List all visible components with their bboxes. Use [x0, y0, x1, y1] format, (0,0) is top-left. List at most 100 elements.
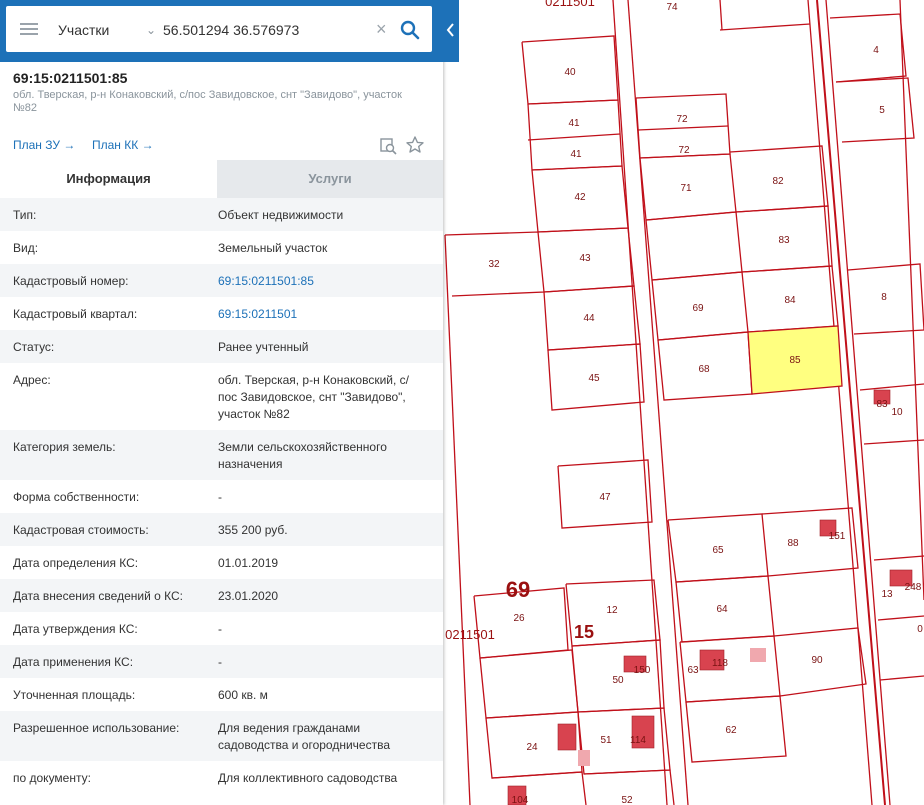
parcel-label: 118	[712, 658, 728, 669]
parcel-label: 65	[712, 545, 724, 556]
parcel-label: 69	[692, 303, 704, 314]
table-row: Дата внесения сведений о КС: 23.01.2020	[0, 579, 443, 612]
parcel-label: 72	[676, 114, 688, 125]
attributes-table: Тип: Объект недвижимости Вид: Земельный уч…	[0, 198, 443, 801]
object-address: обл. Тверская, р-н Конаковский, с/пос За…	[13, 89, 402, 114]
parcel-label: 41	[570, 149, 582, 160]
parcel-label: 114	[630, 735, 646, 746]
search-box: Участки ⌄ ×	[6, 6, 432, 52]
parcel-label: 68	[698, 364, 710, 375]
parcel-label: 12	[606, 605, 618, 616]
tab-information[interactable]: Информация	[0, 160, 217, 198]
parcel-label: 84	[784, 295, 796, 306]
quarter-label-top: 0211501	[545, 0, 595, 9]
row-label: Категория земель:	[13, 440, 116, 454]
table-row: Форма собственности: -	[0, 480, 443, 513]
row-label: Тип:	[13, 208, 37, 222]
row-value: -	[218, 490, 222, 504]
row-label: Форма собственности:	[13, 490, 140, 504]
parcel-label: 4	[873, 45, 879, 56]
buildings	[507, 389, 913, 805]
plan-zu-link[interactable]: План ЗУ →	[13, 138, 75, 152]
parcel-label: 248	[905, 582, 922, 593]
parcel-label: 50	[612, 675, 624, 686]
tab-bar: Информация Услуги	[0, 160, 443, 198]
row-value: Земли сельскохозяйственного назначения	[218, 440, 387, 471]
row-label: Дата определения КС:	[13, 556, 139, 570]
tab-services[interactable]: Услуги	[217, 160, 443, 198]
row-label: Кадастровый квартал:	[13, 307, 138, 321]
row-value: -	[218, 622, 222, 636]
parcel-label: 151	[829, 531, 846, 542]
table-row: Статус: Ранее учтенный	[0, 330, 443, 363]
table-row: Кадастровый номер: 69:15:0211501:85	[0, 264, 443, 297]
district-label: 15	[574, 622, 594, 642]
chevron-down-icon: ⌄	[145, 23, 156, 37]
preview-search-icon[interactable]	[379, 137, 397, 155]
cadastral-quarter-link[interactable]: 69:15:0211501	[218, 306, 418, 323]
row-value: Ранее учтенный	[218, 340, 309, 354]
chevron-left-icon	[446, 23, 454, 37]
plan-kk-link[interactable]: План КК →	[92, 138, 154, 152]
parcel-label: 45	[588, 373, 600, 384]
parcel-label: 43	[579, 253, 591, 264]
search-icon[interactable]	[398, 18, 422, 42]
parcel-label: 63	[687, 665, 699, 676]
search-bar: Участки ⌄ ×	[0, 0, 443, 62]
parcel-label: 44	[583, 313, 595, 324]
parcel-label: 85	[789, 355, 801, 366]
layer-select[interactable]: Участки ⌄	[58, 19, 156, 41]
row-label: Дата утверждения КС:	[13, 622, 138, 636]
row-label: Адрес:	[13, 373, 51, 387]
star-icon[interactable]	[405, 135, 425, 155]
layer-select-label: Участки	[58, 22, 110, 38]
parcel-label: 8	[881, 292, 887, 303]
collapse-panel-button[interactable]	[443, 0, 459, 62]
row-label: Дата применения КС:	[13, 655, 134, 669]
row-label: Статус:	[13, 340, 55, 354]
table-row: Адрес: обл. Тверская, р-н Конаковский, с/…	[0, 363, 443, 430]
parcel-label: 10	[891, 407, 903, 418]
row-value: 01.01.2019	[218, 556, 279, 570]
row-value: 600 кв. м	[218, 688, 268, 702]
search-input[interactable]	[163, 19, 363, 41]
table-row: Кадастровая стоимость: 355 200 руб.	[0, 513, 443, 546]
parcel-label: 104	[512, 795, 529, 805]
parcel-label: 41	[568, 118, 580, 129]
table-row: Разрешенное использование: Для ведения гр…	[0, 711, 443, 761]
row-label: Кадастровый номер:	[13, 274, 129, 288]
table-row: Уточненная площадь: 600 кв. м	[0, 678, 443, 711]
parcel-label: 13	[881, 589, 893, 600]
parcel-label: 88	[787, 538, 799, 549]
row-value: -	[218, 655, 222, 669]
table-row: Вид: Земельный участок	[0, 231, 443, 264]
row-value: обл. Тверская, р-н Конаковский, с/пос За…	[218, 373, 409, 421]
table-row: Категория земель: Земли сельскохозяйствен…	[0, 430, 443, 480]
row-value: Земельный участок	[218, 241, 328, 255]
row-value: 23.01.2020	[218, 589, 279, 603]
quarter-label-left: 0211501	[445, 627, 495, 642]
row-label: Дата внесения сведений о КС:	[13, 589, 183, 603]
close-icon[interactable]: ×	[376, 19, 392, 39]
parcel-label: 0	[917, 624, 923, 635]
parcel-label: 74	[666, 2, 678, 13]
row-label: Уточненная площадь:	[13, 688, 136, 702]
parcel-label: 62	[725, 725, 737, 736]
info-panel: Участки ⌄ × 69:15:0211501:85 обл. Тверск…	[0, 0, 443, 805]
row-value: Для коллективного садоводства	[218, 771, 398, 785]
row-label: Вид:	[13, 241, 39, 255]
table-row: Дата применения КС: -	[0, 645, 443, 678]
buildings-light	[578, 648, 766, 766]
parcel-label: 72	[678, 145, 690, 156]
parcel-label: 83	[876, 399, 888, 410]
row-value: Объект недвижимости	[218, 208, 344, 222]
parcel-label: 71	[680, 183, 692, 194]
parcel-label: 150	[634, 665, 651, 676]
row-value: Для ведения гражданами садоводства и ого…	[218, 721, 390, 752]
parcel-label: 40	[564, 67, 576, 78]
parcel-label: 52	[621, 795, 633, 805]
cadastral-number-link[interactable]: 69:15:0211501:85	[218, 273, 418, 290]
parcel-label: 5	[879, 105, 885, 116]
menu-icon[interactable]	[20, 23, 38, 35]
table-row: Дата утверждения КС: -	[0, 612, 443, 645]
